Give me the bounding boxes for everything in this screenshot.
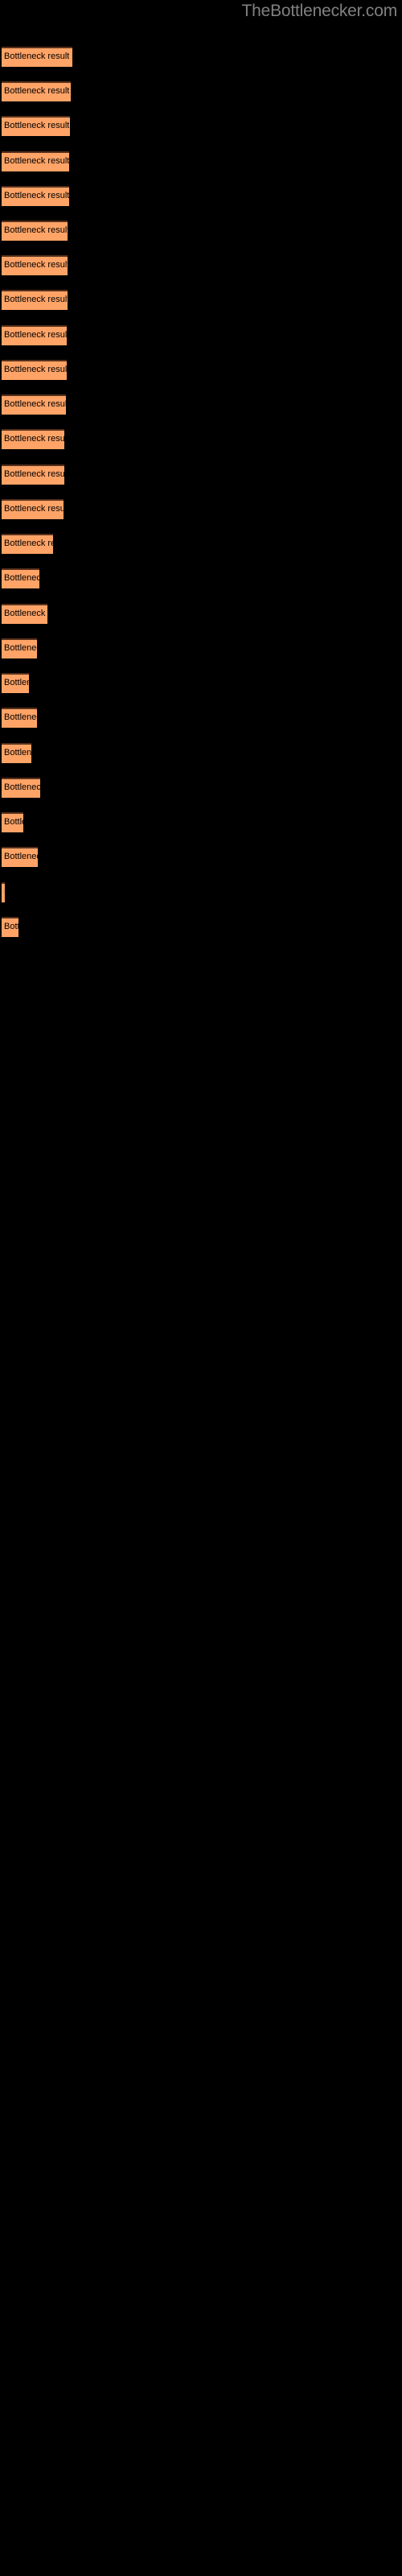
bar-label-clip: Bottleneck result (2, 325, 67, 345)
bar-label-clip: Bottleneck result (2, 47, 72, 67)
bar-label: Bottleneck result (4, 573, 39, 583)
bar-label: Bottleneck result (4, 882, 5, 902)
bar-label-clip: Bottleneck result (2, 499, 64, 519)
bar-label: Bottleneck result (4, 469, 64, 479)
bar-label: Bottleneck result (4, 295, 68, 304)
bar-label: Bottleneck result (4, 86, 70, 96)
bar-label: Bottleneck result (4, 539, 53, 548)
bottleneck-bar-chart: TheBottlenecker.com Bottleneck result Bot… (0, 0, 402, 2576)
bar-label-clip: Bottleneck result (2, 394, 66, 415)
bar-label: Bottleneck result (4, 330, 67, 340)
bar-label: Bottleneck result (4, 922, 18, 931)
bar-label-clip: Bottleneck result (2, 116, 70, 136)
bar-label-clip: Bottleneck result (2, 290, 68, 310)
bar-label-clip: Bottleneck result (2, 604, 47, 624)
bar-label-clip: Bottleneck result (2, 917, 18, 937)
bar-label: Bottleneck result (4, 609, 47, 618)
bar-label-clip: Bottleneck result (2, 360, 67, 380)
bar-label-clip: Bottleneck result (2, 534, 53, 554)
bar-label-clip: Bottleneck result (2, 743, 31, 763)
bar-label: Bottleneck result (4, 852, 38, 861)
bar-label-clip: Bottleneck result (2, 812, 23, 832)
bar-label: Bottleneck result (4, 225, 68, 235)
bar-label: Bottleneck result (4, 817, 23, 827)
bar-label-clip: Bottleneck result (2, 81, 71, 101)
bar-label: Bottleneck result (4, 678, 29, 687)
bar-label: Bottleneck result (4, 748, 31, 758)
bar-label-clip: Bottleneck result (2, 186, 69, 206)
bar-label-clip: Bottleneck result (2, 221, 68, 241)
bar-label-clip: Bottleneck result (2, 708, 37, 728)
bar-label: Bottleneck result (4, 365, 67, 374)
bar-label-clip: Bottleneck result (2, 464, 64, 485)
bar-label: Bottleneck result (4, 504, 64, 514)
bar-label: Bottleneck result (4, 712, 37, 722)
bar-label-clip: Bottleneck result (2, 568, 39, 588)
bar-label: Bottleneck result (4, 191, 69, 200)
bar-label-clip: Bottleneck result (2, 638, 37, 658)
bar-label: Bottleneck result (4, 121, 70, 130)
bar-label: Bottleneck result (4, 434, 64, 444)
bar-label: Bottleneck result (4, 399, 66, 409)
bar-label: Bottleneck result (4, 643, 37, 653)
bar-label: Bottleneck result (4, 260, 68, 270)
bar-series-layer: Bottleneck result Bottleneck result Bottle… (0, 0, 402, 2576)
bar-label-clip: Bottleneck result (2, 151, 69, 171)
bar-label-clip: Bottleneck result (2, 673, 29, 693)
bar-label-clip: Bottleneck result (2, 882, 5, 902)
bar-label: Bottleneck result (4, 782, 40, 792)
bar-label-clip: Bottleneck result (2, 847, 38, 867)
bar-label: Bottleneck result (4, 52, 70, 61)
bar-label: Bottleneck result (4, 156, 69, 166)
bar-label-clip: Bottleneck result (2, 778, 40, 798)
bar-label-clip: Bottleneck result (2, 255, 68, 275)
bar-label-clip: Bottleneck result (2, 429, 64, 449)
